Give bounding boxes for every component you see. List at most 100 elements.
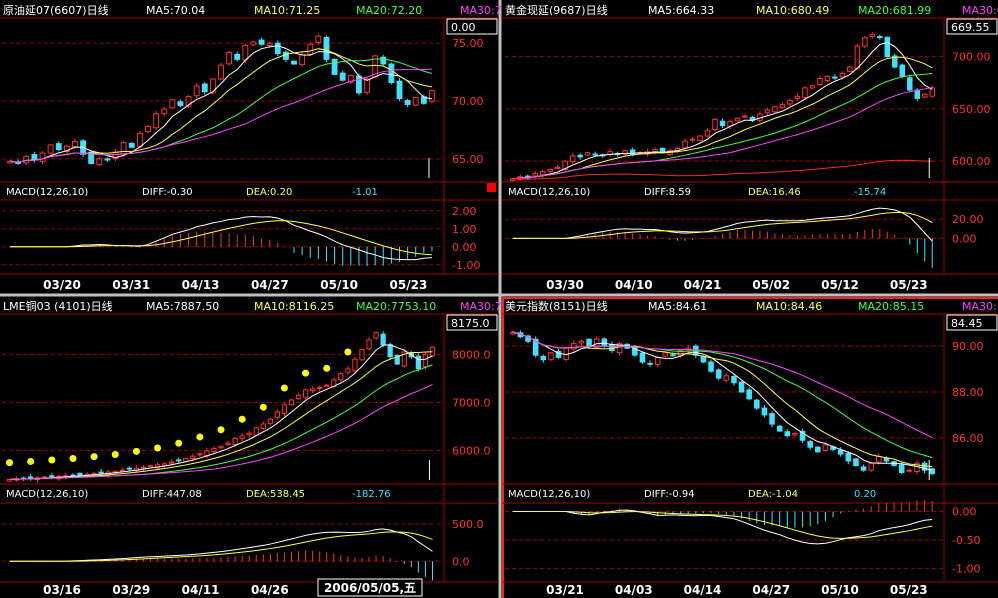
current-price: 0.00: [451, 21, 476, 34]
candle-body: [299, 54, 306, 66]
sar-dot: [259, 403, 267, 411]
candle-body: [338, 373, 344, 381]
dea-label: DEA:0.20: [246, 187, 292, 198]
candle-body: [98, 471, 104, 474]
candle-body: [723, 375, 730, 381]
candle-body: [324, 384, 330, 387]
sar-dot: [90, 453, 98, 461]
candle-body: [201, 83, 208, 93]
ma20-label: MA20:72.20: [356, 4, 422, 17]
candle-body: [239, 435, 245, 439]
candle-body: [839, 72, 846, 78]
price-tick-label: 88.00: [952, 386, 984, 399]
candle-body: [584, 152, 591, 156]
macd-value-label: -15.74: [854, 187, 886, 198]
candle-body: [704, 130, 711, 137]
candle-body: [761, 407, 768, 416]
candle-body: [77, 472, 83, 476]
candle-body: [817, 78, 823, 86]
candle-body: [689, 138, 696, 141]
date-tick-label: 03/20: [43, 278, 81, 292]
candle-body: [39, 152, 46, 162]
macd-tick-label: -1.00: [452, 259, 480, 272]
candle-body: [183, 458, 189, 462]
candle-body: [731, 376, 737, 384]
candle-body: [652, 149, 658, 153]
candle-body: [654, 356, 661, 365]
price-tick-label: 70.00: [452, 95, 484, 108]
macd-value-label: 0.20: [854, 489, 876, 500]
ma5-label: MA5:664.33: [648, 4, 714, 17]
candle-body: [209, 78, 216, 94]
dea-label: DEA:-1.04: [748, 489, 798, 500]
macd-value-label: -182.76: [352, 489, 391, 500]
candle-body: [794, 95, 801, 100]
ma5-label: MA5:70.04: [146, 4, 205, 17]
candle-body: [193, 85, 200, 97]
candle-body: [274, 42, 281, 55]
macd-tick-label: 500.0: [452, 518, 484, 531]
candle-body: [266, 42, 273, 47]
price-tick-label: 600.00: [952, 155, 991, 168]
candle-body: [388, 63, 395, 83]
macd-value-label: -1.01: [352, 187, 378, 198]
sar-dot: [27, 457, 35, 465]
candle-body: [366, 339, 372, 350]
candle-body: [877, 36, 883, 39]
macd-label: MACD(12,26,10): [6, 489, 88, 500]
ma30-label: MA30:7: [460, 300, 502, 313]
candle-body: [281, 404, 288, 414]
candle-body: [126, 467, 132, 470]
candle-body: [310, 388, 316, 392]
diff-label: DIFF:8.59: [644, 187, 691, 198]
candle-body: [211, 447, 217, 453]
candle-body: [547, 168, 553, 173]
ma10-label: MA10:680.49: [756, 4, 829, 17]
candle-body: [373, 332, 379, 339]
candle-body: [140, 466, 147, 469]
candle-body: [532, 173, 538, 177]
candle-body: [226, 51, 233, 65]
candle-body: [884, 36, 891, 58]
candle-body: [260, 423, 266, 430]
date-tick-label: 05/10: [320, 278, 358, 292]
ma5-label: MA5:7887.50: [146, 300, 219, 313]
candle-body: [345, 368, 351, 373]
candle-body: [47, 144, 54, 154]
candle-body: [128, 142, 135, 148]
macd-tick-label: 0.00: [452, 241, 477, 254]
candle-body: [323, 36, 330, 60]
candle-body: [869, 34, 876, 37]
candle-body: [832, 76, 838, 79]
candle-body: [359, 349, 365, 361]
candle-body: [586, 338, 592, 347]
date-tick-label: 03/16: [43, 583, 81, 597]
date-tick-label: 03/30: [546, 278, 584, 292]
candle-body: [853, 458, 859, 467]
candle-body: [147, 465, 154, 468]
candle-body: [609, 344, 615, 352]
macd-tick-label: -0.50: [952, 534, 980, 547]
macd-tick-label: 0.00: [952, 232, 977, 245]
candle-body: [860, 466, 867, 471]
candle-body: [802, 87, 808, 99]
date-tick-label: 05/23: [890, 583, 928, 597]
candle-body: [153, 113, 160, 129]
candle-body: [868, 462, 874, 471]
candle-body: [169, 99, 176, 109]
candle-body: [145, 125, 151, 132]
candle-body: [824, 75, 831, 81]
macd-tick-label: 20.00: [952, 213, 984, 226]
panel-title: LME铜03 (4101)日线: [3, 299, 113, 313]
candle-body: [317, 387, 323, 390]
macd-tick-label: -1.00: [952, 563, 980, 576]
candle-body: [267, 418, 273, 424]
candle-body: [815, 446, 821, 453]
date-tick-label: 04/13: [182, 278, 220, 292]
diff-label: DIFF:-0.94: [644, 489, 695, 500]
candle-body: [49, 475, 55, 478]
candle-body: [295, 394, 302, 400]
candle-body: [822, 444, 829, 451]
candle-body: [554, 166, 561, 169]
ma10-label: MA10:84.46: [756, 300, 822, 313]
